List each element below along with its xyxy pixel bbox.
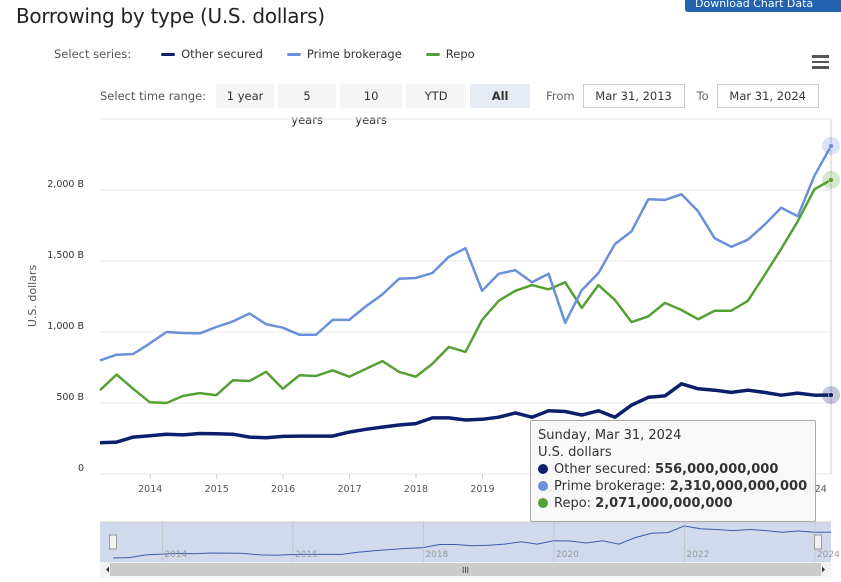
x-tick-label: 2019 (470, 484, 494, 495)
data-point-marker (828, 177, 834, 183)
scrollbar-grip-icon: III (462, 566, 469, 575)
tooltip-unit: U.S. dollars (538, 445, 612, 460)
navigator-handle[interactable] (814, 534, 822, 550)
navigator-tick-label: 2018 (425, 550, 448, 560)
navigator-tick-label: 2020 (556, 550, 579, 560)
navigator-handle[interactable] (109, 534, 117, 550)
navigator-tick-label: 2016 (295, 550, 318, 560)
navigator-tick-label: 2024 (817, 550, 840, 560)
bullet-icon (538, 464, 548, 474)
x-tick-label: 2014 (138, 484, 162, 495)
tooltip: Sunday, Mar 31, 2024 U.S. dollars Other … (530, 420, 816, 522)
y-tick-label: 1,000 B (47, 321, 84, 332)
navigator-mask (100, 522, 831, 562)
series-line-repo (99, 178, 832, 405)
tooltip-date: Sunday, Mar 31, 2024 (538, 428, 682, 443)
tooltip-row-other-secured: Other secured: 556,000,000,000 (538, 461, 808, 478)
data-point-marker (828, 392, 834, 398)
x-tick-label: 2015 (205, 484, 229, 495)
bullet-icon (538, 481, 548, 491)
tooltip-row-repo: Repo: 2,071,000,000,000 (538, 495, 808, 512)
bullet-icon (538, 498, 548, 508)
navigator-tick-label: 2022 (686, 550, 709, 560)
series-line-prime-brokerage (99, 145, 833, 362)
x-tick-label: 2018 (404, 484, 428, 495)
data-point-marker (828, 143, 834, 149)
y-axis-title: U.S. dollars (26, 265, 39, 328)
y-tick-label: 1,500 B (47, 250, 84, 261)
y-tick-label: 2,000 B (47, 179, 84, 190)
x-tick-label: 2016 (271, 484, 295, 495)
y-tick-label: 0 (78, 463, 84, 474)
y-tick-label: 500 B (56, 392, 84, 403)
x-tick-label: 2017 (337, 484, 361, 495)
navigator-tick-label: 2014 (164, 550, 187, 560)
tooltip-row-prime-brokerage: Prime brokerage: 2,310,000,000,000 (538, 478, 808, 495)
